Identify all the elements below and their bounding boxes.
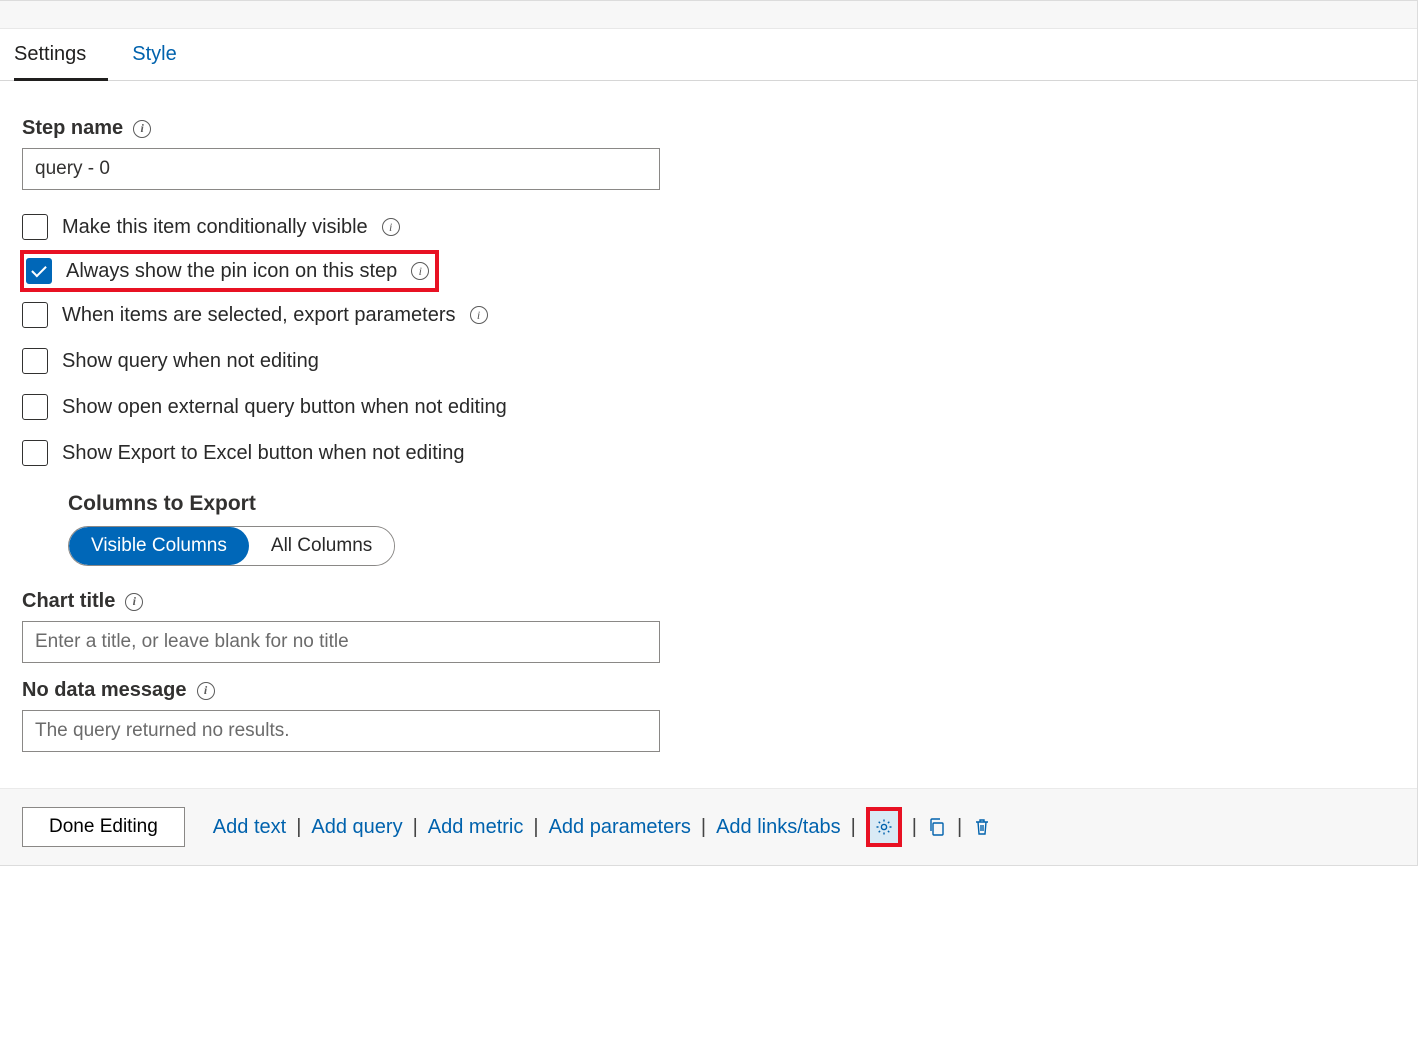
separator: | [296,816,301,839]
checkbox-label: Make this item conditionally visible [62,216,368,239]
step-name-input[interactable] [22,148,660,190]
checkbox-label: Always show the pin icon on this step [66,260,397,283]
checkbox-label: Show open external query button when not… [62,396,507,419]
checkbox-row-conditional: Make this item conditionally visible i [22,204,1395,250]
columns-pill-group: Visible Columns All Columns [68,526,395,566]
checkbox-label: Show Export to Excel button when not edi… [62,442,464,465]
copy-icon[interactable] [927,817,947,837]
separator: | [851,816,856,839]
add-metric-link[interactable]: Add metric [428,816,524,839]
chart-title-label-row: Chart title i [22,590,1395,613]
done-editing-button[interactable]: Done Editing [22,807,185,847]
checkmark-icon [31,262,47,278]
trash-icon[interactable] [972,817,992,837]
separator: | [957,816,962,839]
no-data-label-row: No data message i [22,679,1395,702]
chart-title-block: Chart title i [22,590,1395,663]
info-icon[interactable]: i [197,682,215,700]
info-icon[interactable]: i [133,120,151,138]
footer-toolbar: Done Editing Add text | Add query | Add … [0,788,1417,865]
checkbox-label: Show query when not editing [62,350,319,373]
checkbox-row-show-excel: Show Export to Excel button when not edi… [22,430,1395,476]
checkbox-show-query[interactable] [22,348,48,374]
info-icon[interactable]: i [382,218,400,236]
info-icon[interactable]: i [125,593,143,611]
checkbox-always-show-pin[interactable] [26,258,52,284]
add-text-link[interactable]: Add text [213,816,286,839]
tab-strip: Settings Style [0,29,1417,81]
step-name-label: Step name [22,117,123,140]
checkbox-label: When items are selected, export paramete… [62,304,456,327]
add-parameters-link[interactable]: Add parameters [549,816,691,839]
separator: | [413,816,418,839]
top-bar [0,1,1417,29]
checkbox-export-params[interactable] [22,302,48,328]
pill-visible-columns[interactable]: Visible Columns [69,527,249,565]
checkbox-row-show-query: Show query when not editing [22,338,1395,384]
add-links-tabs-link[interactable]: Add links/tabs [716,816,841,839]
separator: | [533,816,538,839]
step-name-label-row: Step name i [22,117,1395,140]
columns-to-export-section: Columns to Export Visible Columns All Co… [68,492,1395,566]
chart-title-label: Chart title [22,590,115,613]
checkbox-row-show-external: Show open external query button when not… [22,384,1395,430]
separator: | [701,816,706,839]
no-data-input[interactable] [22,710,660,752]
checkbox-conditional-visible[interactable] [22,214,48,240]
content-area: Step name i Make this item conditionally… [0,81,1417,760]
checkbox-show-excel[interactable] [22,440,48,466]
columns-to-export-title: Columns to Export [68,492,1395,516]
settings-panel: Settings Style Step name i Make this ite… [0,0,1418,866]
info-icon[interactable]: i [470,306,488,324]
checkbox-row-export-params: When items are selected, export paramete… [22,292,1395,338]
separator: | [912,816,917,839]
gear-icon[interactable] [874,817,894,837]
highlight-gear [866,807,902,847]
chart-title-input[interactable] [22,621,660,663]
pill-all-columns[interactable]: All Columns [249,527,394,565]
tab-settings[interactable]: Settings [14,29,108,81]
highlight-pin-row: Always show the pin icon on this step i [20,250,439,292]
tab-style[interactable]: Style [132,29,198,81]
checkbox-show-external[interactable] [22,394,48,420]
no-data-block: No data message i [22,679,1395,752]
no-data-label: No data message [22,679,187,702]
info-icon[interactable]: i [411,262,429,280]
add-query-link[interactable]: Add query [311,816,402,839]
